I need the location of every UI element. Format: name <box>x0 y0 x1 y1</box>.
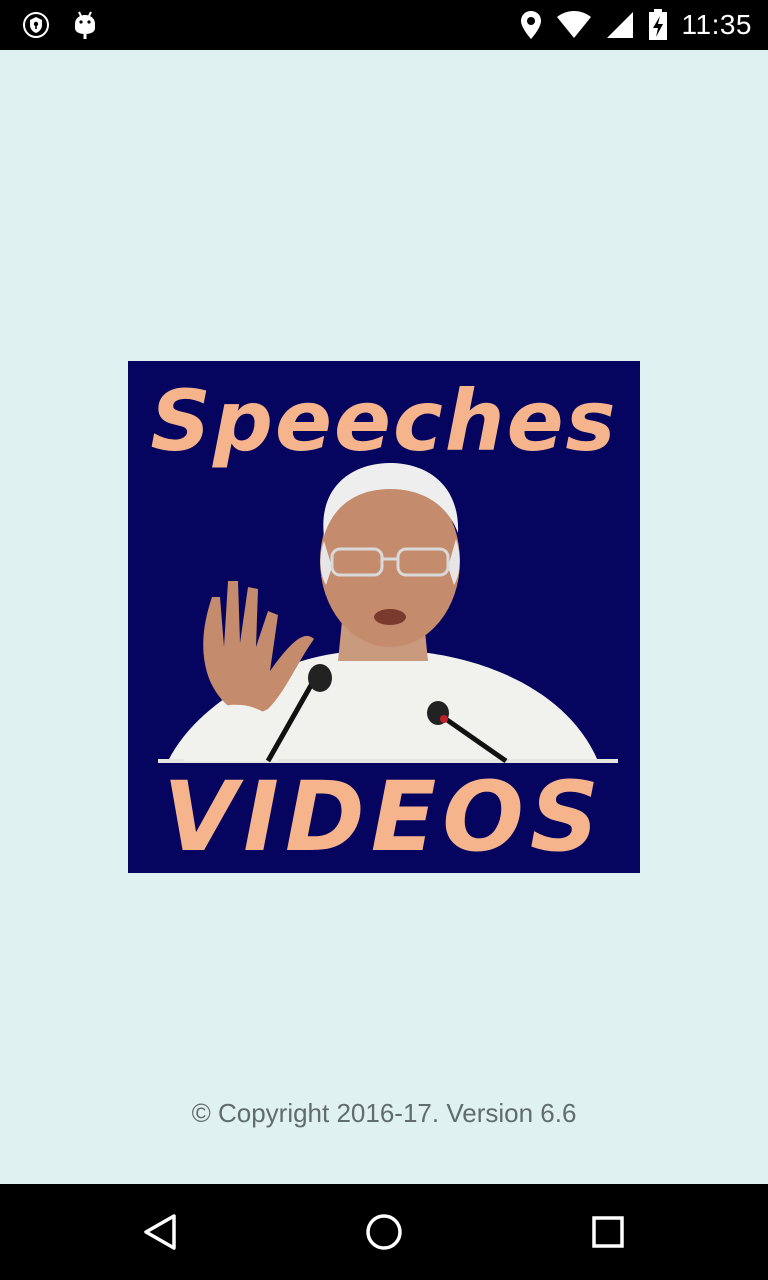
signal-icon <box>606 11 634 39</box>
status-bar: 11:35 <box>0 0 768 50</box>
wifi-icon <box>556 11 592 39</box>
status-bar-system: 11:35 <box>520 8 753 42</box>
back-button[interactable] <box>136 1208 184 1256</box>
copyright-text: © Copyright 2016-17. Version 6.6 <box>191 1098 577 1128</box>
home-icon <box>364 1212 404 1252</box>
splash-logo-image: Speeches VIDEOS <box>128 361 640 873</box>
splash-title-videos: VIDEOS <box>162 761 606 873</box>
battery-charging-icon <box>648 9 668 41</box>
back-icon <box>142 1212 178 1252</box>
splash-title-speeches: Speeches <box>150 372 618 470</box>
navigation-bar <box>0 1184 768 1280</box>
recents-icon <box>590 1214 626 1250</box>
status-bar-time: 11:35 <box>681 9 752 40</box>
recents-button[interactable] <box>584 1208 632 1256</box>
android-debug-icon <box>72 10 98 40</box>
splash-screen: 11:35 Speeches VIDEOS © Copyright 2016-1… <box>0 0 768 1280</box>
shield-icon <box>22 11 50 39</box>
home-button[interactable] <box>360 1208 408 1256</box>
location-icon <box>520 10 542 40</box>
status-bar-notifications <box>22 10 98 40</box>
